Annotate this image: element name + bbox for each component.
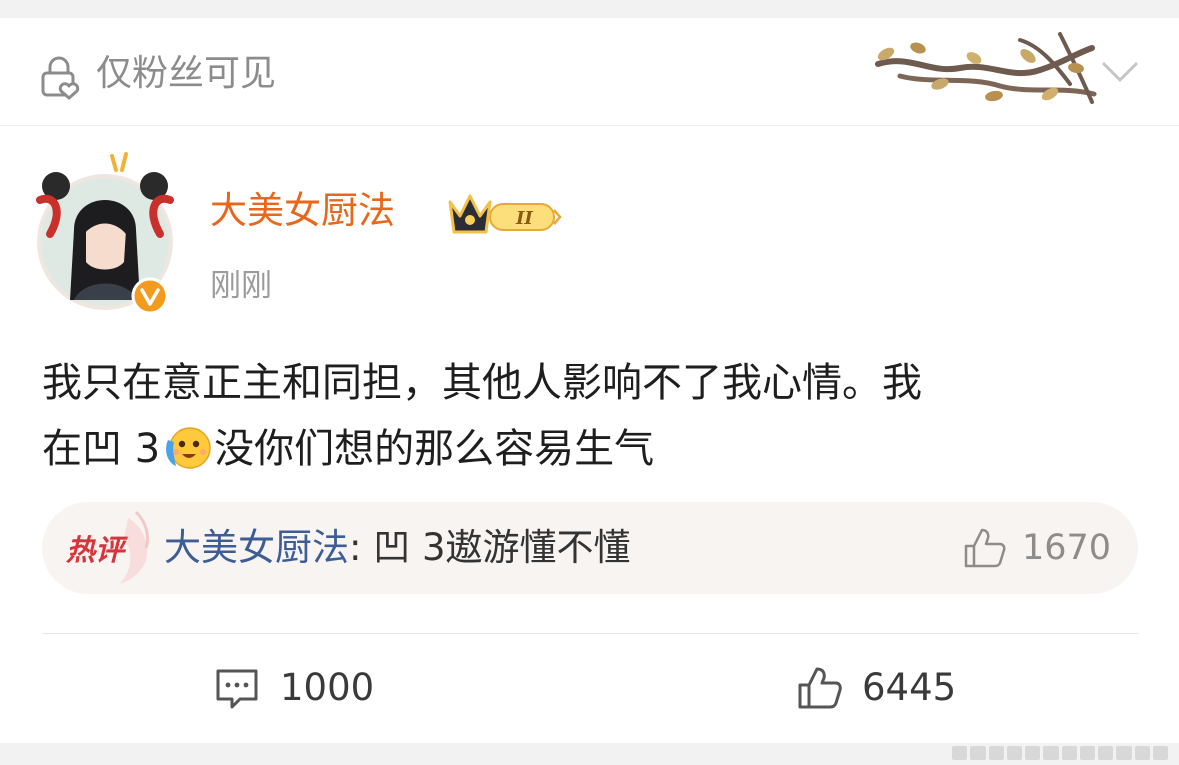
hot-comment-text: 大美女厨法: 凹 3遨游懂不懂 [164, 522, 631, 574]
hot-comment-like-count: 1670 [1022, 528, 1112, 568]
badge-level-text: II [515, 208, 533, 229]
comment-icon [216, 669, 258, 709]
weibo-post-card: 仅粉丝可见 大美女厨法 II 刚刚 我只在意正主和同担，其他人影响不了我心情。我… [0, 18, 1179, 743]
crown-level-badge-icon[interactable]: II [446, 186, 564, 244]
hot-comment-content: 凹 3遨游懂不懂 [373, 526, 631, 569]
chevron-down-icon[interactable] [1100, 58, 1140, 86]
lock-heart-icon [41, 56, 80, 100]
like-count: 6445 [862, 666, 957, 709]
hot-comment-author[interactable]: 大美女厨法 [164, 526, 349, 569]
post-visibility-bar: 仅粉丝可见 [0, 18, 1179, 126]
hot-comment-separator: : [349, 526, 374, 569]
post-text-line: 在凹 3 没你们想的那么容易生气 [42, 416, 1142, 482]
branch-leaves-decoration [875, 32, 1097, 104]
comment-count: 1000 [280, 666, 375, 709]
thumbs-up-icon[interactable] [962, 526, 1006, 570]
avatar[interactable] [34, 150, 176, 318]
visibility-label: 仅粉丝可见 [96, 53, 277, 94]
post-text-segment: 没你们想的那么容易生气 [214, 426, 655, 472]
crying-smile-emoji-icon [166, 427, 211, 469]
post-text-segment: 在凹 3 [42, 426, 161, 472]
hot-comment-tag: 热评 [66, 533, 128, 567]
author-name[interactable]: 大美女厨法 [210, 186, 395, 236]
thumbs-up-icon [798, 667, 842, 709]
hot-comment[interactable]: 热评 大美女厨法: 凹 3遨游懂不懂 1670 [42, 502, 1138, 594]
like-button[interactable]: 6445 [796, 658, 956, 718]
post-text-line: 我只在意正主和同担，其他人影响不了我心情。我 [42, 360, 922, 406]
comment-button[interactable]: 1000 [214, 658, 374, 718]
post-body: 我只在意正主和同担，其他人影响不了我心情。我 在凹 3 没你们想的那么容易生气 [42, 350, 1142, 482]
divider [42, 633, 1138, 634]
post-time: 刚刚 [210, 268, 272, 304]
hot-comment-tag-icon: 热评 [66, 510, 150, 584]
bottom-scroll-indicator [952, 746, 1168, 760]
